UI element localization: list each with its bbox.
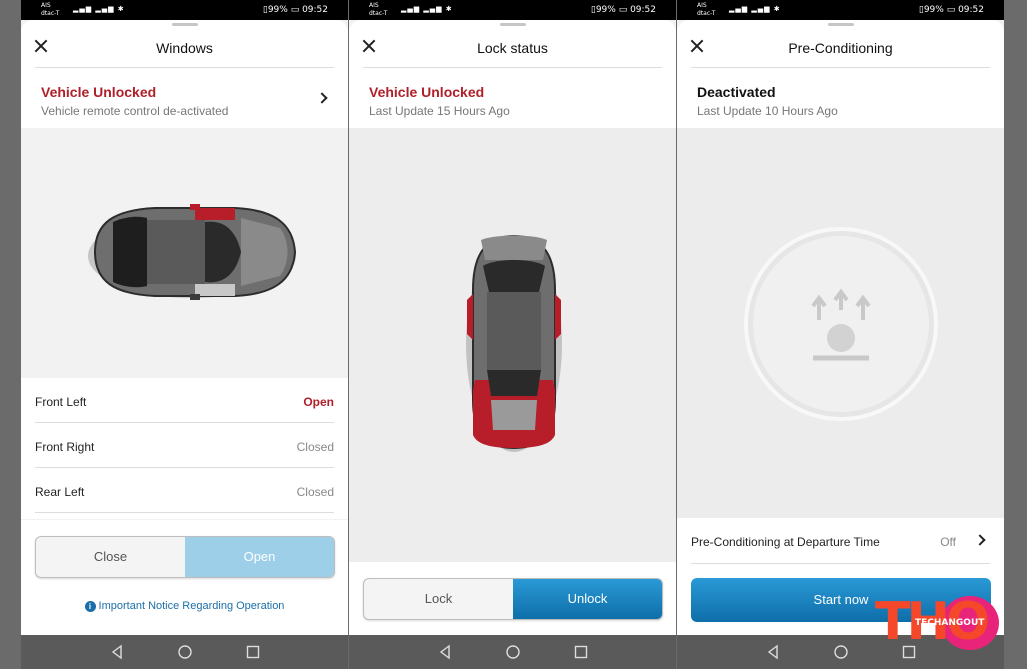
row-label: Front Left: [35, 395, 87, 409]
bottom-sheet: Lock status Vehicle Unlocked Last Update…: [349, 20, 676, 635]
status-right: ▯99% ▭ 09:52: [262, 5, 328, 15]
page-title: Windows: [156, 40, 213, 56]
window-row-front-right: Front Right Closed: [21, 423, 348, 468]
battery-level: 99%: [267, 5, 288, 15]
system-nav-bar: [21, 635, 348, 669]
recents-icon[interactable]: [573, 644, 589, 660]
vehicle-status-subtitle: Vehicle remote control de-activated: [41, 104, 229, 118]
open-button[interactable]: Open: [185, 537, 334, 577]
logo-text: TECHANGOUT: [915, 618, 985, 628]
row-value: Open: [303, 395, 334, 409]
departure-time-row[interactable]: Pre-Conditioning at Departure Time Off: [677, 518, 1004, 564]
chevron-right-icon[interactable]: [316, 92, 328, 104]
sheet-header: Pre-Conditioning Deactivated Last Update…: [677, 20, 1004, 128]
carrier-labels: AIS dtac-T: [369, 2, 387, 18]
precond-dial-button[interactable]: [743, 226, 939, 422]
signal-icon: ▂▄▆ ▂▄▆ ✱: [729, 5, 781, 13]
precond-status-title: Deactivated: [697, 84, 776, 100]
home-icon[interactable]: [505, 644, 521, 660]
row-value: Closed: [296, 440, 334, 454]
back-icon[interactable]: [765, 644, 781, 660]
lock-status-screen: AIS dtac-T ▂▄▆ ▂▄▆ ✱ ▯99% ▭ 09:52 Lock s…: [349, 0, 676, 669]
battery-level: 99%: [923, 5, 944, 15]
sheet-header: Lock status Vehicle Unlocked Last Update…: [349, 20, 676, 128]
lock-toggle: Lock Unlock: [363, 578, 663, 620]
row-label: Pre-Conditioning at Departure Time: [691, 535, 880, 549]
carrier-1: AIS: [41, 2, 51, 9]
sheet-header: Windows Vehicle Unlocked Vehicle remote …: [21, 20, 348, 128]
title-row: Windows: [21, 32, 348, 68]
divider: [691, 67, 990, 68]
back-icon[interactable]: [109, 644, 125, 660]
row-value: Closed: [296, 485, 334, 499]
divider: [363, 67, 662, 68]
vehicle-status-title: Vehicle Unlocked: [41, 84, 157, 100]
vehicle-status-subtitle: Last Update 15 Hours Ago: [369, 104, 510, 118]
notice-text: Important Notice Regarding Operation: [98, 600, 285, 612]
status-bar: AIS dtac-T ▂▄▆ ▂▄▆ ✱ ▯99% ▭ 09:52: [21, 0, 348, 20]
signal-icon: ▂▄▆ ▂▄▆ ✱: [401, 5, 453, 13]
row-label: Front Right: [35, 440, 95, 454]
status-right: ▯99% ▭ 09:52: [918, 5, 984, 15]
divider: [35, 67, 334, 68]
car-top-view-image: [88, 204, 297, 300]
system-nav-bar: [349, 635, 676, 669]
close-button[interactable]: Close: [36, 537, 185, 577]
window-row-rear-left: Rear Left Closed: [21, 468, 348, 513]
clock: 09:52: [958, 5, 984, 15]
carrier-labels: AIS dtac-T: [41, 2, 59, 18]
page-title: Pre-Conditioning: [788, 40, 893, 56]
info-icon: i: [84, 601, 96, 612]
drag-handle[interactable]: [171, 23, 198, 26]
title-row: Pre-Conditioning: [677, 32, 1004, 68]
lock-button[interactable]: Lock: [364, 579, 513, 619]
window-toggle: Close Open: [35, 536, 335, 578]
window-row-front-left: Front Left Open: [21, 378, 348, 423]
carrier-2: dtac-T: [41, 10, 60, 17]
clock: 09:52: [630, 5, 656, 15]
title-row: Lock status: [349, 32, 676, 68]
drag-handle[interactable]: [827, 23, 854, 26]
precond-status-subtitle: Last Update 10 Hours Ago: [697, 104, 838, 118]
carrier-labels: AIS dtac-T: [697, 2, 715, 18]
techangout-logo: THO TECHANGOUT: [875, 594, 1003, 650]
signal-icon: ▂▄▆ ▂▄▆ ✱: [73, 5, 125, 13]
pre-conditioning-screen: AIS dtac-T ▂▄▆ ▂▄▆ ✱ ▯99% ▭ 09:52 Pre-Co…: [677, 0, 1004, 669]
status-bar: AIS dtac-T ▂▄▆ ▂▄▆ ✱ ▯99% ▭ 09:52: [677, 0, 1004, 20]
windows-screen: AIS dtac-T ▂▄▆ ▂▄▆ ✱ ▯99% ▭ 09:52 Window…: [21, 0, 348, 669]
clock: 09:52: [302, 5, 328, 15]
carrier-1: AIS: [369, 2, 379, 9]
carrier-2: dtac-T: [369, 10, 388, 17]
carrier-2: dtac-T: [697, 10, 716, 17]
battery-level: 99%: [595, 5, 616, 15]
list-spacer: [21, 513, 348, 519]
unlock-button[interactable]: Unlock: [513, 579, 662, 619]
row-label: Rear Left: [35, 485, 85, 499]
status-bar: AIS dtac-T ▂▄▆ ▂▄▆ ✱ ▯99% ▭ 09:52: [349, 0, 676, 20]
home-icon[interactable]: [833, 644, 849, 660]
row-value: Off: [940, 535, 956, 549]
page-title: Lock status: [477, 40, 548, 56]
recents-icon[interactable]: [245, 644, 261, 660]
drag-handle[interactable]: [499, 23, 526, 26]
car-top-view-image: [466, 234, 562, 452]
bottom-sheet: Windows Vehicle Unlocked Vehicle remote …: [21, 20, 348, 635]
chevron-right-icon[interactable]: [974, 534, 986, 546]
bottom-sheet: Pre-Conditioning Deactivated Last Update…: [677, 20, 1004, 635]
important-notice-link[interactable]: i Important Notice Regarding Operation: [21, 600, 348, 612]
carrier-1: AIS: [697, 2, 707, 9]
vehicle-status-title: Vehicle Unlocked: [369, 84, 485, 100]
home-icon[interactable]: [177, 644, 193, 660]
status-right: ▯99% ▭ 09:52: [590, 5, 656, 15]
back-icon[interactable]: [437, 644, 453, 660]
